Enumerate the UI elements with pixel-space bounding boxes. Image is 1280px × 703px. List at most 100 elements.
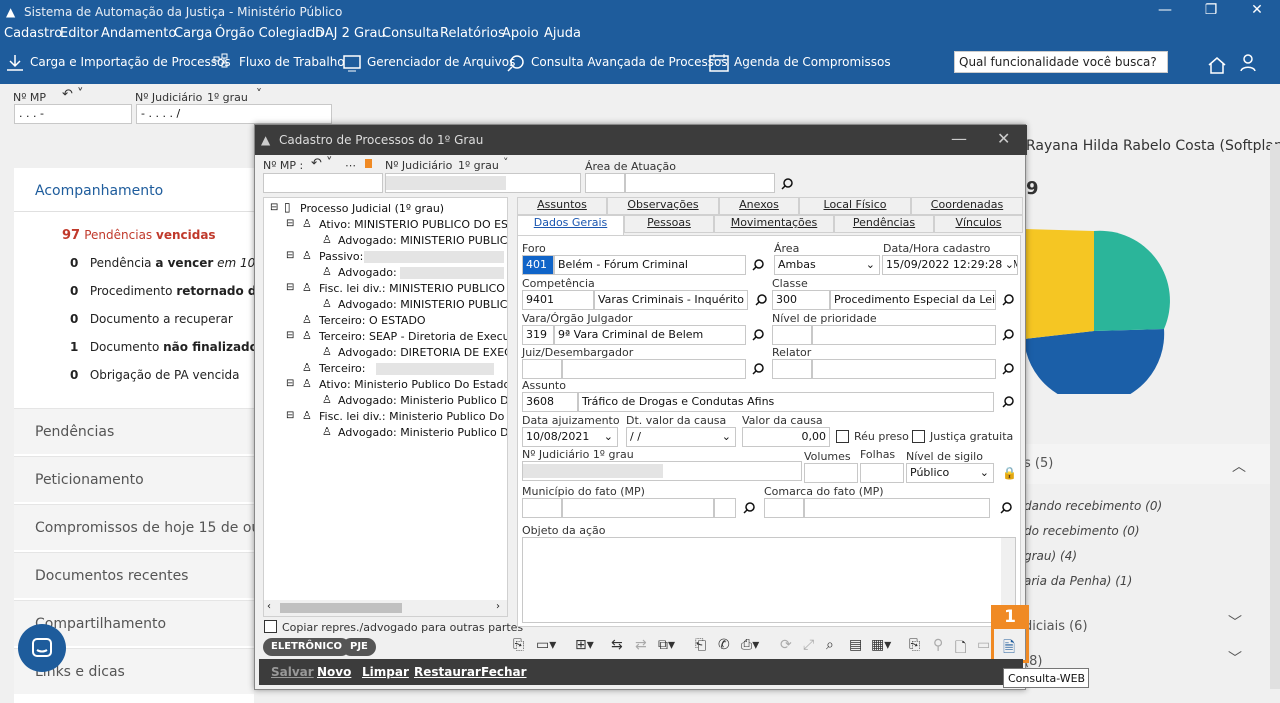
link-icon[interactable]: ⚲ (933, 637, 943, 653)
tab-coordenadas[interactable]: Coordenadas (911, 197, 1023, 215)
tree-item[interactable]: Advogado: MINISTERIO PUBLICO (338, 298, 507, 311)
relator-name-field[interactable] (812, 359, 996, 379)
group1-item-0[interactable]: dando recebimento (0) (1024, 499, 1162, 513)
toolbar-gerenciador-arquivos[interactable]: Gerenciador de Arquivos (367, 55, 515, 69)
dialog-close-icon[interactable]: ✕ (997, 129, 1010, 148)
toolbar-consulta-avancada[interactable]: Consulta Avançada de Processos (531, 55, 728, 69)
juiz-name-field[interactable] (562, 359, 746, 379)
folder-icon[interactable]: ▭▾ (536, 637, 556, 653)
toolbar-carga-importacao[interactable]: Carga e Importação de Processos (30, 55, 231, 69)
fechar-button[interactable]: Fechar (481, 665, 527, 679)
maximize-icon[interactable]: ❐ (1196, 2, 1226, 18)
data-cadastro-field[interactable]: 15/09/2022 12:29:28 PM ⌄ (882, 255, 1018, 275)
dialog-nmp-field[interactable] (263, 173, 383, 193)
municipio-code-field[interactable] (522, 498, 562, 518)
area-name-field[interactable] (625, 173, 775, 193)
pendencias-vencidas-row[interactable]: 97 Pendências vencidas (62, 228, 216, 243)
section-compromissos[interactable]: Compromissos de hoje 15 de outul (14, 504, 279, 550)
tab-assuntos[interactable]: Assuntos (517, 197, 607, 215)
comarca-name-field[interactable] (804, 498, 990, 518)
tree-collapse-icon[interactable]: ⊟ (286, 250, 294, 261)
dt-valor-causa-field[interactable]: / / ⌄ (626, 427, 736, 447)
tree-item[interactable]: Advogado: MINISTERIO PUBLICO (338, 234, 507, 247)
tree-collapse-icon[interactable]: ⊟ (286, 330, 294, 341)
menu-editor[interactable]: Editor (60, 26, 98, 41)
restaurar-button[interactable]: Restaurar (414, 665, 481, 679)
dialog-minimize-icon[interactable]: — (951, 129, 967, 148)
window-icon[interactable]: ▭ (977, 637, 990, 653)
tree-item-root[interactable]: Processo Judicial (1º grau) (300, 202, 444, 215)
tree-item[interactable]: Terceiro: O ESTADO (319, 314, 426, 327)
report-icon[interactable]: ▤ (849, 637, 862, 653)
tab-local-fisico[interactable]: Local Físico (799, 197, 911, 215)
tree-collapse-icon[interactable]: ⊟ (286, 282, 294, 293)
limpar-button[interactable]: Limpar (362, 665, 409, 679)
scroll-left-icon[interactable]: ‹ (267, 601, 271, 612)
menu-ajuda[interactable]: Ajuda (544, 26, 581, 41)
section-documentos-recentes[interactable]: Documentos recentes (14, 552, 254, 598)
dialog-chevron-down-icon[interactable]: ˅ (503, 156, 509, 169)
toolbar-agenda-compromissos[interactable]: Agenda de Compromissos (734, 55, 891, 69)
sigilo-select[interactable]: Público ⌄ (906, 463, 994, 483)
documento-nao-finalizado-row[interactable]: 1 Documento não finalizado (70, 340, 258, 354)
tree-collapse-icon[interactable]: ⊟ (286, 218, 294, 229)
comarca-search-icon[interactable] (999, 501, 1013, 515)
group1-title[interactable]: s (5) (1024, 456, 1053, 471)
feature-search-input[interactable]: Qual funcionalidade você busca? (954, 51, 1168, 73)
search-docs-icon[interactable]: ⌕ (826, 637, 834, 653)
tree-item[interactable]: Ativo: Ministerio Publico Do Estado (319, 378, 507, 391)
print-icon[interactable]: ⎙▾ (741, 637, 759, 653)
folhas-field[interactable] (860, 463, 904, 483)
tab-pessoas[interactable]: Pessoas (624, 215, 714, 233)
menu-consulta[interactable]: Consulta (382, 26, 439, 41)
copy-icon[interactable]: ⎗ (695, 637, 706, 653)
menu-relatorios[interactable]: Relatórios (440, 26, 505, 41)
tree-item[interactable]: Fisc. lei div.: Ministerio Publico Do Es (319, 410, 507, 423)
tree-collapse-icon[interactable]: ⊟ (286, 410, 294, 421)
menu-orgao-colegiado[interactable]: Órgão Colegiado (215, 26, 323, 41)
transfer-icon[interactable]: ⇆ (611, 637, 623, 653)
competencia-name-field[interactable]: Varas Criminais - Inquérito Co (594, 290, 748, 310)
pendencia-a-vencer-row[interactable]: 0 Pendência a vencer em 10 dias (70, 256, 284, 270)
tree-item[interactable]: Advogado: Ministerio Publico Do (338, 394, 507, 407)
salvar-button[interactable]: Salvar (271, 665, 314, 679)
prioridade-name-field[interactable] (812, 325, 996, 345)
new-document-icon[interactable]: ⎘ (513, 637, 524, 653)
prioridade-code-field[interactable] (772, 325, 812, 345)
tab-pendencias[interactable]: Pendências (834, 215, 934, 233)
tab-movimentacoes[interactable]: Movimentações (714, 215, 834, 233)
novo-button[interactable]: Novo (317, 665, 351, 679)
tab-anexos[interactable]: Anexos (719, 197, 799, 215)
copy-checkbox[interactable] (264, 620, 277, 633)
merge-icon[interactable]: ⇄ (635, 637, 647, 653)
group1-item-1[interactable]: do recebimento (0) (1024, 524, 1140, 538)
menu-carga[interactable]: Carga (174, 26, 212, 41)
menu-andamento[interactable]: Andamento (101, 26, 176, 41)
nj-form-field[interactable] (522, 461, 802, 481)
tree-item[interactable]: Ativo: MINISTERIO PUBLICO DO ESTA (319, 218, 507, 231)
prioridade-search-icon[interactable] (1001, 328, 1015, 342)
tab-vinculos[interactable]: Vínculos (934, 215, 1023, 233)
foro-name-field[interactable]: Belém - Fórum Criminal (554, 255, 746, 275)
obrigacao-pa-row[interactable]: 0 Obrigação de PA vencida (70, 368, 240, 382)
juiz-search-icon[interactable] (751, 362, 765, 376)
documents-icon[interactable]: ⧉▾ (658, 637, 675, 653)
calendar-small-icon[interactable]: ▦▾ (871, 637, 891, 653)
tab-observacoes[interactable]: Observações (607, 197, 719, 215)
foro-search-icon[interactable] (751, 258, 765, 272)
bg-nmp-field[interactable]: . . . - (14, 104, 132, 124)
classe-search-icon[interactable] (1001, 293, 1015, 307)
valor-causa-field[interactable]: 0,00 (742, 427, 830, 447)
acompanhamento-header[interactable]: Acompanhamento (35, 183, 163, 199)
classe-code-field[interactable]: 300 (772, 290, 830, 310)
expand-icon[interactable]: ⤢ (803, 637, 814, 653)
tab-dados-gerais[interactable]: Dados Gerais (517, 215, 624, 235)
tree-item[interactable]: Advogado: Ministerio Publico Do (338, 426, 507, 439)
tree-item[interactable]: Advogado: (338, 266, 397, 279)
vara-code-field[interactable]: 319 (522, 325, 554, 345)
justica-gratuita-checkbox[interactable] (912, 430, 925, 443)
volumes-field[interactable] (804, 463, 858, 483)
group1-item-3[interactable]: aria da Penha) (1) (1024, 574, 1132, 588)
tree-collapse-icon[interactable]: ⊟ (270, 202, 278, 213)
competencia-search-icon[interactable] (754, 293, 768, 307)
